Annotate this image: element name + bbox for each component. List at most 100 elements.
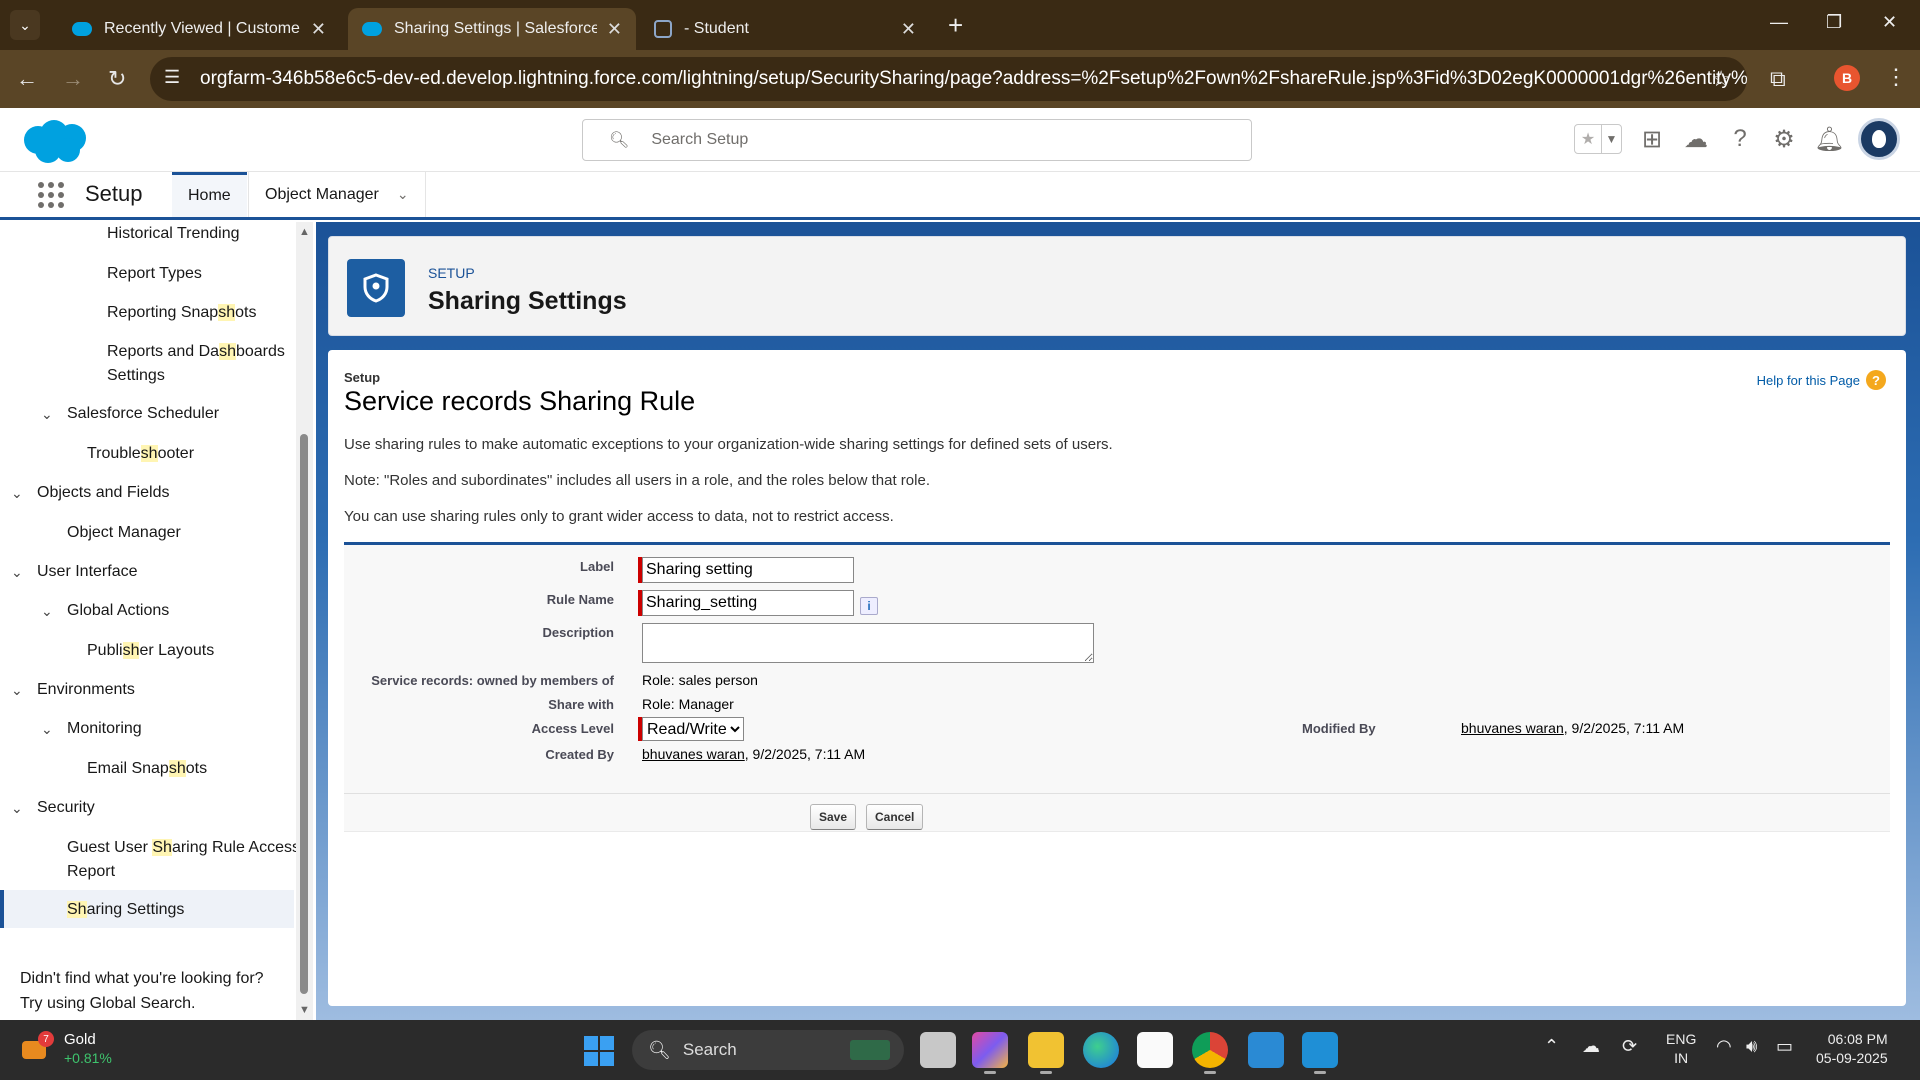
sync-icon[interactable]: ⟳ bbox=[1622, 1036, 1637, 1057]
wifi-icon[interactable]: ◠ bbox=[1716, 1036, 1732, 1057]
paint-app-icon[interactable] bbox=[1302, 1032, 1338, 1074]
show-hidden-icons-chevron[interactable]: ⌃ bbox=[1544, 1036, 1559, 1057]
sidebar-item-guest-user-sharing-report[interactable]: Guest User Sharing Rule Access Report bbox=[67, 836, 300, 884]
notifications-bell-icon[interactable]: 🔔︎ bbox=[1814, 125, 1844, 154]
volume-icon[interactable]: 🔊︎ bbox=[1746, 1036, 1757, 1057]
sidebar-item-security[interactable]: ⌄ Security bbox=[11, 796, 95, 820]
help-for-page-link[interactable]: Help for this Page ? bbox=[1757, 370, 1886, 390]
sidebar-item-global-actions[interactable]: ⌄ Global Actions bbox=[41, 599, 169, 623]
sidebar-item-publisher-layouts[interactable]: Publisher Layouts bbox=[87, 639, 214, 663]
sidebar-item-reports-dashboards-settings[interactable]: Reports and Dashboards Settings bbox=[107, 340, 285, 388]
scrollbar-thumb[interactable] bbox=[300, 434, 308, 994]
favorites-button[interactable]: ★ ▼ bbox=[1574, 124, 1622, 154]
vscode-icon[interactable] bbox=[1248, 1032, 1284, 1068]
chevron-down-icon[interactable]: ⌄ bbox=[11, 560, 23, 584]
copilot-icon[interactable] bbox=[972, 1032, 1008, 1074]
sidebar-item-email-snapshots[interactable]: Email Snapshots bbox=[87, 757, 207, 781]
chevron-down-icon[interactable]: ⌄ bbox=[41, 717, 53, 741]
sidebar-item-report-types[interactable]: Report Types bbox=[107, 262, 202, 286]
chevron-down-icon[interactable]: ⌄ bbox=[397, 186, 409, 203]
chevron-down-icon[interactable]: ⌄ bbox=[11, 796, 23, 820]
save-button[interactable]: Save bbox=[810, 804, 857, 830]
chevron-down-icon[interactable]: ⌄ bbox=[41, 599, 53, 623]
taskbar-search[interactable]: 🔍︎ Search bbox=[632, 1030, 904, 1070]
sidebar-item-object-manager[interactable]: Object Manager bbox=[67, 521, 181, 545]
access-level-label: Access Level bbox=[531, 721, 614, 736]
chevron-down-icon[interactable]: ⌄ bbox=[11, 678, 23, 702]
sidebar-item-reporting-snapshots[interactable]: Reporting Snapshots bbox=[107, 301, 256, 325]
sidebar-scrollbar[interactable]: ▲ ▼ bbox=[296, 222, 313, 1020]
edge-browser-icon[interactable] bbox=[1083, 1032, 1119, 1068]
search-setup-input[interactable]: 🔍︎ Search Setup bbox=[582, 119, 1252, 161]
reload-icon[interactable]: ↻ bbox=[108, 66, 126, 92]
tab-sharing-settings[interactable]: Sharing Settings | Salesforce ✕ bbox=[348, 8, 636, 50]
trailhead-guidance-icon[interactable]: ☁ bbox=[1682, 125, 1710, 154]
chrome-icon[interactable] bbox=[1192, 1032, 1228, 1074]
browser-menu-icon[interactable]: ⋮ bbox=[1885, 64, 1907, 90]
help-icon[interactable]: ? bbox=[1726, 125, 1754, 153]
sidebar-item-environments[interactable]: ⌄ Environments bbox=[11, 678, 135, 702]
tab-search-button[interactable]: ⌄ bbox=[10, 10, 40, 40]
user-avatar[interactable] bbox=[1858, 118, 1900, 160]
microsoft-store-icon[interactable] bbox=[1137, 1032, 1173, 1068]
tab-recently-viewed[interactable]: Recently Viewed | Customer De ✕ bbox=[58, 8, 340, 50]
rule-name-field[interactable] bbox=[642, 590, 854, 616]
sidebar-item-salesforce-scheduler[interactable]: ⌄ Salesforce Scheduler bbox=[41, 402, 219, 426]
sidebar-item-objects-and-fields[interactable]: ⌄ Objects and Fields bbox=[11, 481, 170, 505]
close-icon[interactable]: ✕ bbox=[311, 19, 326, 40]
language-indicator[interactable]: ENG IN bbox=[1666, 1030, 1696, 1068]
system-clock[interactable]: 06:08 PM 05-09-2025 bbox=[1816, 1030, 1888, 1068]
tab-title: - Student bbox=[684, 20, 749, 37]
forward-arrow-icon[interactable]: → bbox=[62, 66, 84, 92]
help-question-icon[interactable]: ? bbox=[1866, 370, 1886, 390]
new-tab-button[interactable]: + bbox=[948, 10, 963, 41]
weather-widget[interactable]: 7 Gold +0.81% bbox=[20, 1030, 112, 1068]
tab-home[interactable]: Home bbox=[172, 172, 247, 217]
tab-student[interactable]: - Student ✕ bbox=[640, 8, 930, 50]
created-by-user-link[interactable]: bhuvanes waran bbox=[642, 746, 745, 762]
favorite-star-icon[interactable]: ★ bbox=[1575, 125, 1601, 153]
chevron-down-icon[interactable]: ▼ bbox=[1601, 125, 1621, 153]
close-icon[interactable]: ✕ bbox=[607, 19, 622, 40]
restore-button[interactable]: ❐ bbox=[1826, 12, 1842, 33]
salesforce-cloud-icon bbox=[72, 22, 92, 36]
access-level-select[interactable]: Read/Write bbox=[642, 717, 744, 741]
modified-by-user-link[interactable]: bhuvanes waran bbox=[1461, 720, 1564, 736]
sidebar-item-user-interface[interactable]: ⌄ User Interface bbox=[11, 560, 137, 584]
task-view-icon[interactable] bbox=[920, 1032, 956, 1068]
salesforce-logo[interactable] bbox=[20, 118, 92, 166]
chevron-down-icon[interactable]: ⌄ bbox=[41, 402, 53, 426]
close-icon[interactable]: ✕ bbox=[901, 19, 916, 40]
minimize-button[interactable]: — bbox=[1770, 12, 1788, 33]
scroll-up-arrow-icon[interactable]: ▲ bbox=[299, 226, 310, 238]
setup-gear-icon[interactable]: ⚙ bbox=[1770, 125, 1798, 154]
onedrive-icon[interactable]: ☁ bbox=[1582, 1036, 1600, 1057]
global-actions-plus-icon[interactable]: ⊞ bbox=[1638, 125, 1666, 154]
windows-start-icon[interactable] bbox=[584, 1036, 614, 1066]
close-window-button[interactable]: ✕ bbox=[1882, 12, 1897, 33]
share-with-label: Share with bbox=[548, 697, 614, 712]
sidebar-item-sharing-settings[interactable]: Sharing Settings bbox=[67, 898, 184, 922]
app-launcher-icon[interactable] bbox=[38, 182, 64, 208]
scroll-down-arrow-icon[interactable]: ▼ bbox=[299, 1004, 310, 1016]
browser-toolbar: ← → ↻ ☰ orgfarm-346b58e6c5-dev-ed.develo… bbox=[0, 50, 1920, 108]
extensions-icon[interactable]: ⧉ bbox=[1770, 66, 1786, 92]
help-link-label[interactable]: Help for this Page bbox=[1757, 373, 1860, 388]
address-bar[interactable]: ☰ orgfarm-346b58e6c5-dev-ed.develop.ligh… bbox=[150, 57, 1747, 101]
sidebar-item-monitoring[interactable]: ⌄ Monitoring bbox=[41, 717, 142, 741]
tab-object-manager[interactable]: Object Manager ⌄ bbox=[248, 172, 426, 217]
back-arrow-icon[interactable]: ← bbox=[16, 66, 38, 92]
sidebar-item-historical-trending[interactable]: Historical Trending bbox=[107, 222, 240, 246]
sidebar-item-troubleshooter[interactable]: Troubleshooter bbox=[87, 442, 194, 466]
bookmark-star-icon[interactable]: ☆ bbox=[1711, 66, 1731, 92]
note-paragraph: Note: "Roles and subordinates" includes … bbox=[344, 472, 930, 489]
battery-icon[interactable]: ▭ bbox=[1776, 1036, 1793, 1057]
cancel-button[interactable]: Cancel bbox=[866, 804, 924, 830]
description-field[interactable] bbox=[642, 623, 1094, 663]
chevron-down-icon[interactable]: ⌄ bbox=[11, 481, 23, 505]
info-icon[interactable]: i bbox=[860, 597, 878, 615]
site-info-icon[interactable]: ☰ bbox=[164, 67, 180, 88]
profile-avatar[interactable]: B bbox=[1834, 65, 1860, 91]
label-field[interactable] bbox=[642, 557, 854, 583]
file-explorer-icon[interactable] bbox=[1028, 1032, 1064, 1074]
